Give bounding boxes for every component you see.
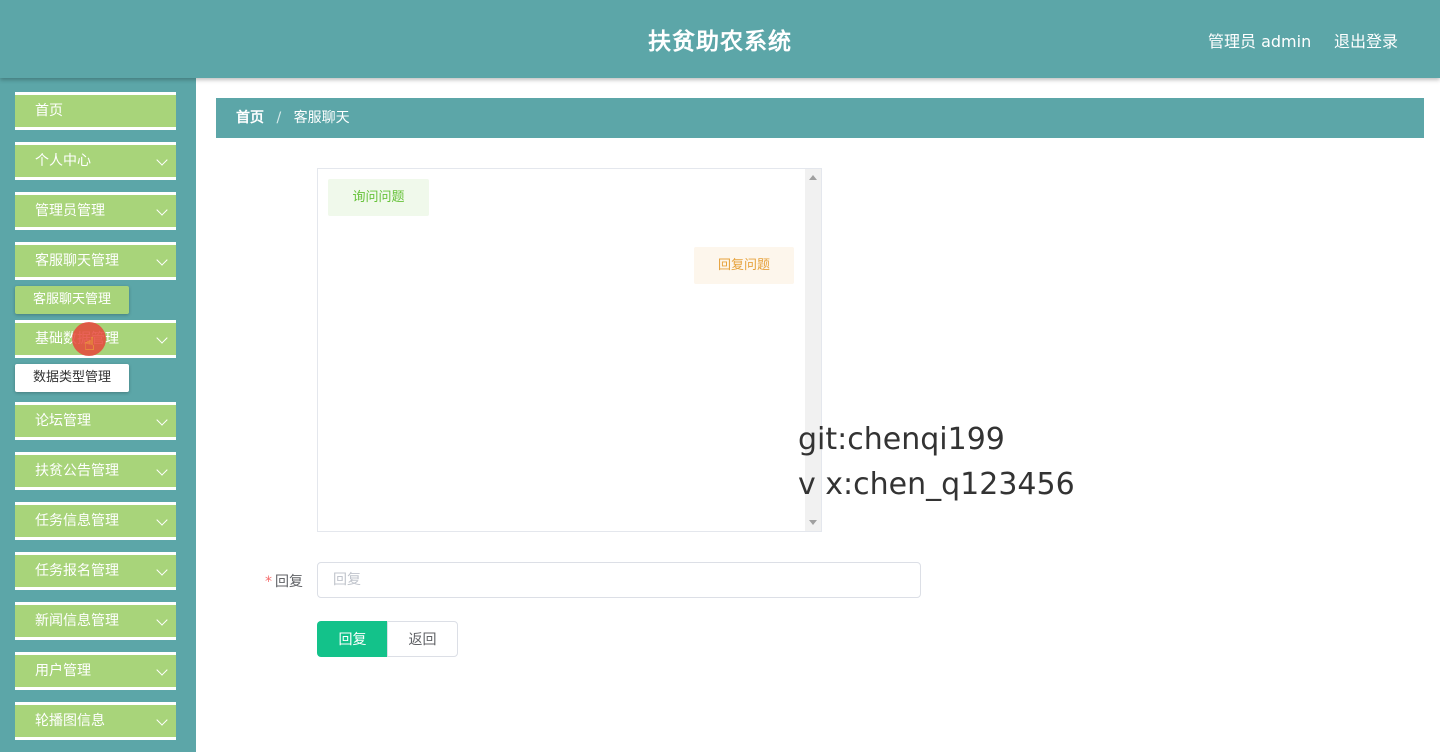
sidebar-item-label: 新闻信息管理 bbox=[35, 613, 119, 629]
sidebar-item-announcement[interactable]: 扶贫公告管理 bbox=[15, 452, 176, 490]
sidebar-item-label: 任务信息管理 bbox=[35, 513, 119, 529]
scroll-up-icon[interactable] bbox=[809, 175, 817, 180]
sidebar-item-personal-center[interactable]: 个人中心 bbox=[15, 142, 176, 180]
chevron-down-icon bbox=[156, 204, 168, 216]
top-header: 扶贫助农系统 管理员 admin 退出登录 bbox=[0, 0, 1440, 78]
reply-label-text: 回复 bbox=[275, 574, 303, 590]
chevron-down-icon bbox=[156, 664, 168, 676]
breadcrumb-separator: / bbox=[276, 110, 282, 126]
watermark-line-1: git:chenqi199 bbox=[798, 422, 1005, 457]
chat-message-ask: 询问问题 bbox=[328, 179, 429, 216]
sidebar-item-label: 用户管理 bbox=[35, 663, 91, 679]
chevron-down-icon bbox=[156, 564, 168, 576]
sidebar-item-label: 任务报名管理 bbox=[35, 563, 119, 579]
chevron-down-icon bbox=[156, 414, 168, 426]
chevron-down-icon bbox=[156, 254, 168, 266]
reply-button[interactable]: 回复 bbox=[317, 621, 388, 657]
sidebar-item-forum[interactable]: 论坛管理 bbox=[15, 402, 176, 440]
breadcrumb: 首页 / 客服聊天 bbox=[216, 98, 1424, 138]
chevron-down-icon bbox=[156, 714, 168, 726]
chevron-down-icon bbox=[156, 464, 168, 476]
sidebar-item-label: 管理员管理 bbox=[35, 203, 105, 219]
sidebar-item-users[interactable]: 用户管理 bbox=[15, 652, 176, 690]
sidebar-item-label: 轮播图信息 bbox=[35, 713, 105, 729]
sidebar-item-chat-management[interactable]: 客服聊天管理 bbox=[15, 242, 176, 280]
logout-link[interactable]: 退出登录 bbox=[1334, 28, 1398, 52]
reply-field-label: * 回复 bbox=[265, 571, 303, 591]
sidebar-item-label: 首页 bbox=[35, 103, 63, 119]
admin-user-label: 管理员 admin bbox=[1208, 32, 1312, 51]
scroll-down-icon[interactable] bbox=[809, 520, 817, 525]
chevron-down-icon bbox=[156, 154, 168, 166]
chevron-down-icon bbox=[156, 514, 168, 526]
chat-message-reply: 回复问题 bbox=[694, 247, 794, 284]
sidebar-item-home[interactable]: 首页 bbox=[15, 92, 176, 130]
sidebar-item-label: 扶贫公告管理 bbox=[35, 463, 119, 479]
chevron-down-icon bbox=[156, 614, 168, 626]
sidebar-item-task-info[interactable]: 任务信息管理 bbox=[15, 502, 176, 540]
required-mark: * bbox=[265, 574, 272, 590]
back-button[interactable]: 返回 bbox=[387, 621, 458, 657]
submenu-chat-management[interactable]: 客服聊天管理 bbox=[15, 286, 130, 314]
sidebar-item-label: 个人中心 bbox=[35, 153, 91, 169]
chevron-down-icon bbox=[156, 332, 168, 344]
watermark-line-2: v x:chen_q123456 bbox=[798, 467, 1075, 502]
sidebar-item-carousel[interactable]: 轮播图信息 bbox=[15, 702, 176, 740]
sidebar-item-label: 论坛管理 bbox=[35, 413, 91, 429]
mouse-cursor-indicator: ☝ bbox=[72, 322, 106, 356]
pointer-hand-icon: ☝ bbox=[84, 334, 95, 355]
breadcrumb-current: 客服聊天 bbox=[293, 110, 350, 126]
breadcrumb-home[interactable]: 首页 bbox=[236, 110, 264, 126]
sidebar-item-task-signup[interactable]: 任务报名管理 bbox=[15, 552, 176, 590]
reply-input[interactable] bbox=[317, 562, 921, 598]
sidebar-item-label: 客服聊天管理 bbox=[35, 253, 119, 269]
sidebar-item-admin-management[interactable]: 管理员管理 bbox=[15, 192, 176, 230]
chat-history-box[interactable]: 询问问题 回复问题 bbox=[317, 168, 822, 532]
submenu-data-type-management[interactable]: 数据类型管理 bbox=[15, 364, 130, 392]
sidebar-item-news[interactable]: 新闻信息管理 bbox=[15, 602, 176, 640]
